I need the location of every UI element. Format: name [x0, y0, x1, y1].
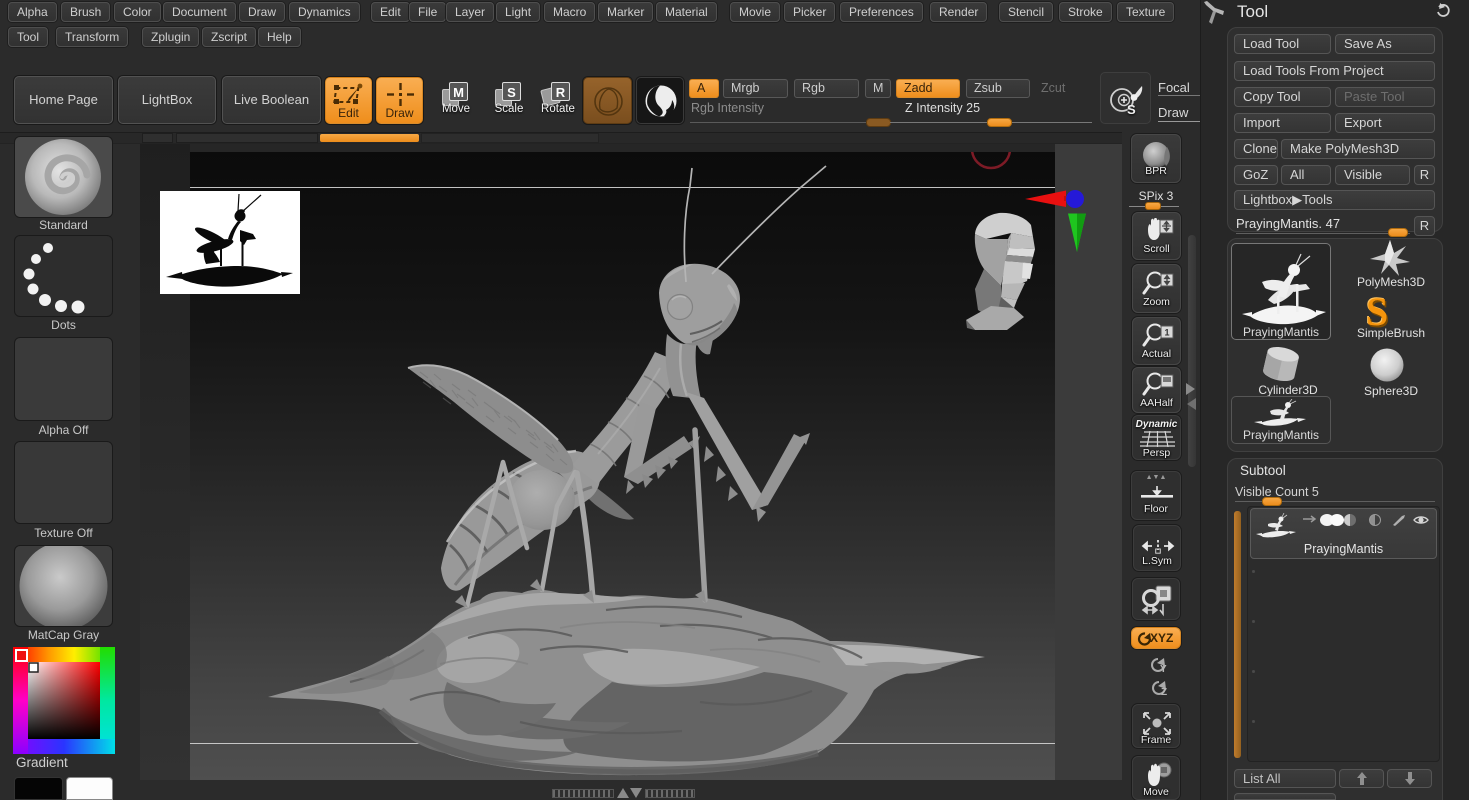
svg-text:Y: Y	[1160, 664, 1167, 675]
svg-text:Z: Z	[1161, 687, 1167, 698]
svg-text:1: 1	[1164, 328, 1169, 338]
